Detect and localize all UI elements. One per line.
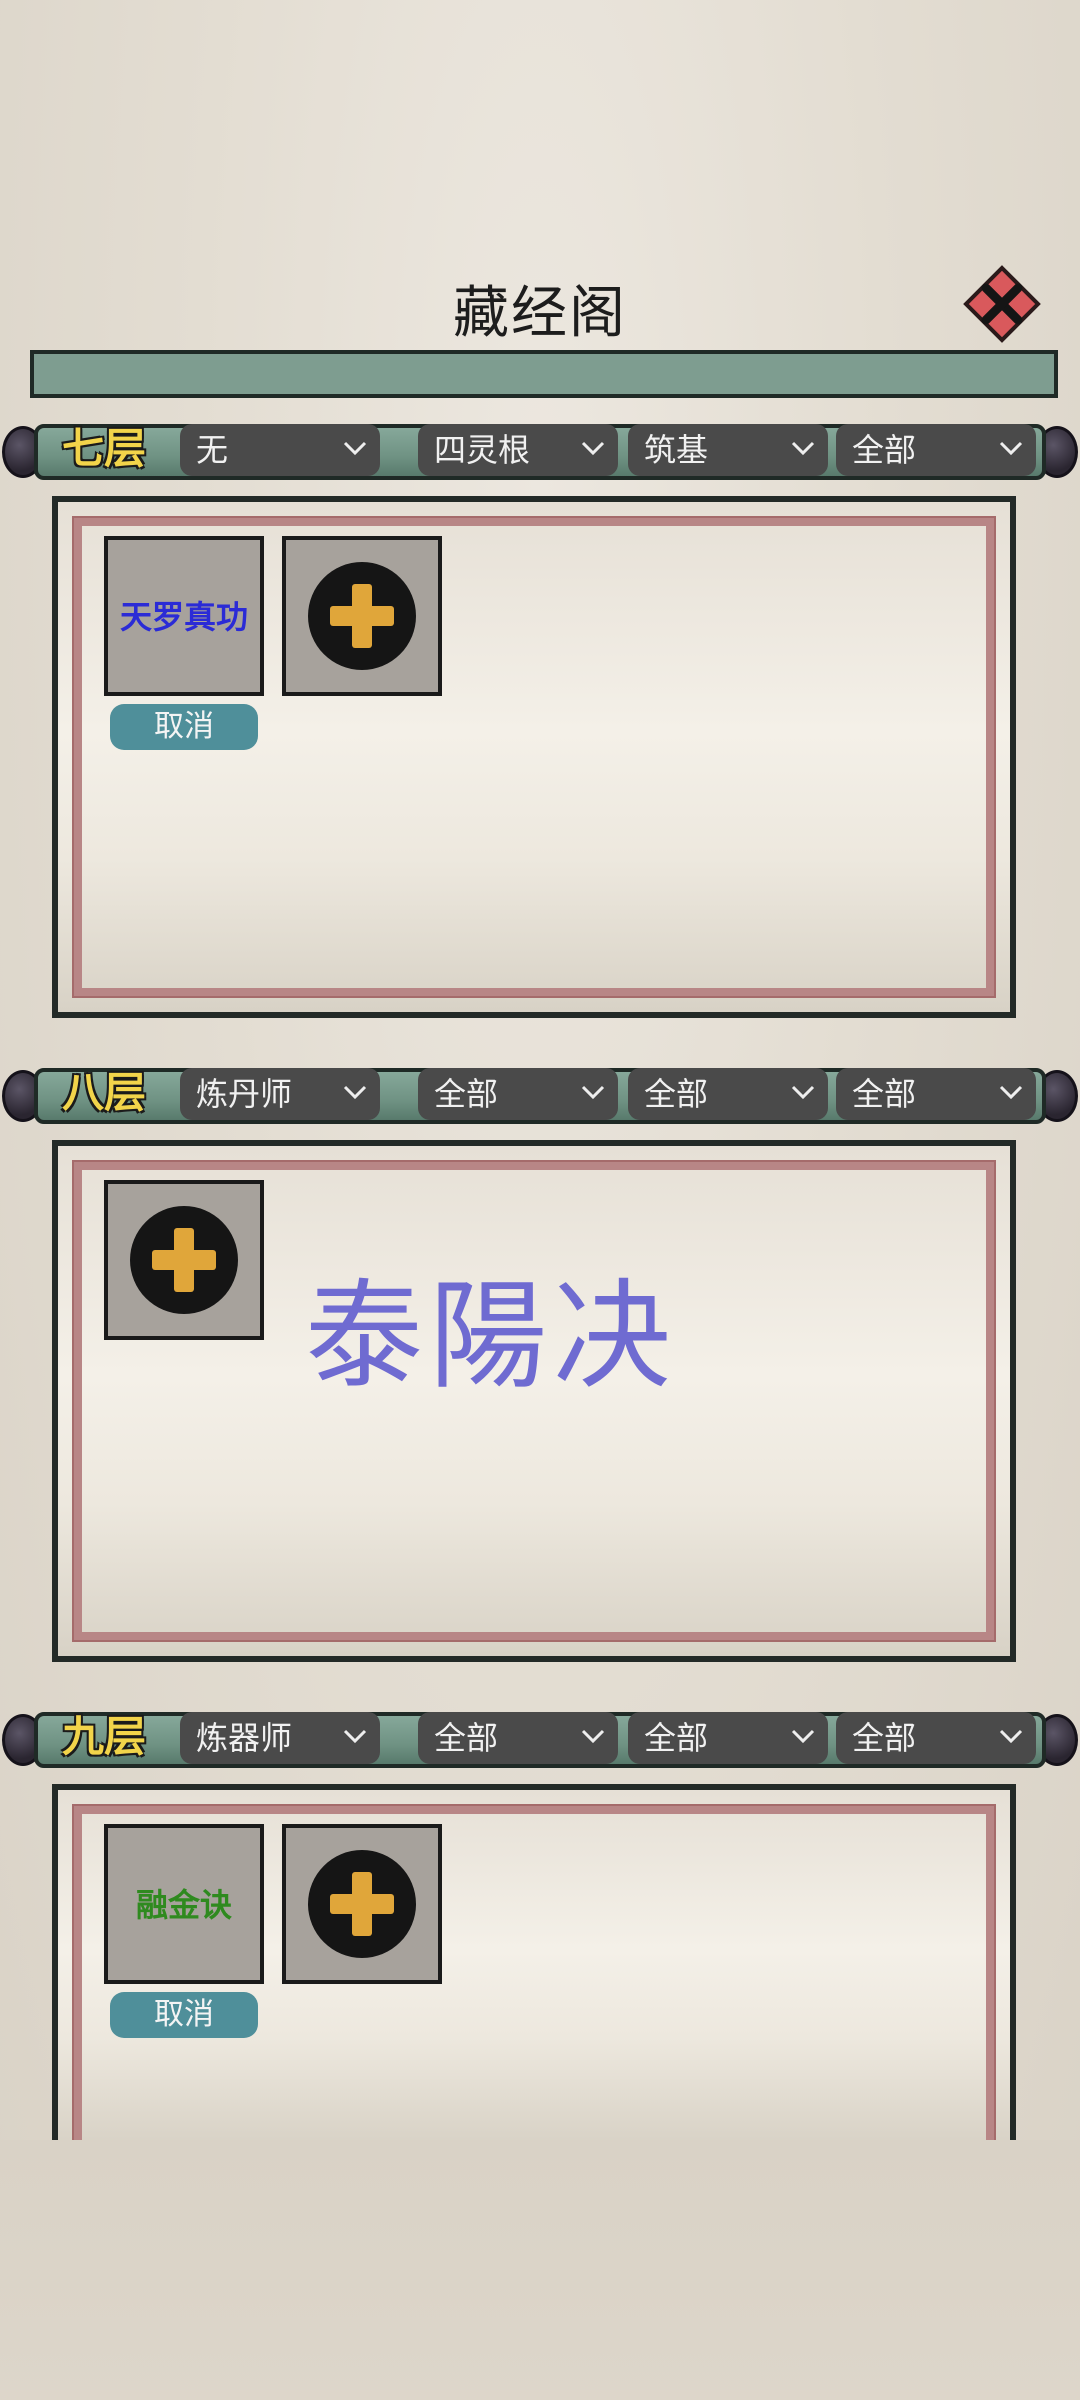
- dropdown-value: 全部: [644, 1719, 709, 1757]
- plus-icon: [308, 1850, 416, 1958]
- bottom-background: [0, 2140, 1080, 2400]
- chevron-down-icon: [999, 1085, 1023, 1100]
- page-title: 藏经阁: [453, 281, 627, 346]
- dropdown-value: 全部: [434, 1075, 499, 1113]
- chevron-down-icon: [791, 441, 815, 456]
- floor-8-overlay-text: 泰陽决: [305, 1267, 678, 1405]
- filter-dropdown-3[interactable]: 筑基: [628, 424, 828, 476]
- floor-7-header: 七层 无 四灵根 筑基 全部: [0, 414, 1080, 484]
- chevron-down-icon: [343, 1729, 367, 1744]
- dropdown-value: 全部: [852, 431, 917, 469]
- floor-label: 九层: [61, 1712, 146, 1761]
- floor-7-panel: 天罗真功 取消: [52, 496, 1016, 1018]
- chevron-down-icon: [999, 1729, 1023, 1744]
- filter-dropdown-1[interactable]: 炼器师: [180, 1712, 380, 1764]
- add-skill-slot[interactable]: [282, 1824, 442, 1984]
- chevron-down-icon: [581, 441, 605, 456]
- floor-label: 八层: [61, 1068, 146, 1117]
- filter-dropdown-4[interactable]: 全部: [836, 1712, 1036, 1764]
- dropdown-value: 四灵根: [434, 431, 531, 469]
- filter-dropdown-1[interactable]: 无: [180, 424, 380, 476]
- chevron-down-icon: [343, 1085, 367, 1100]
- chevron-down-icon: [581, 1729, 605, 1744]
- dropdown-value: 炼器师: [196, 1719, 293, 1757]
- add-skill-slot[interactable]: [104, 1180, 264, 1340]
- skill-name: 天罗真功: [119, 598, 248, 636]
- chevron-down-icon: [999, 441, 1023, 456]
- floor-label: 七层: [61, 424, 146, 473]
- skill-slot[interactable]: 融金诀: [104, 1824, 264, 1984]
- dropdown-value: 筑基: [644, 431, 709, 469]
- cancel-button[interactable]: 取消: [110, 704, 258, 750]
- skill-name: 融金诀: [135, 1886, 232, 1924]
- filter-dropdown-1[interactable]: 炼丹师: [180, 1068, 380, 1120]
- scroll-top-edge: [30, 350, 1058, 398]
- close-button[interactable]: [962, 264, 1042, 344]
- dropdown-value: 炼丹师: [196, 1075, 293, 1113]
- add-skill-slot[interactable]: [282, 536, 442, 696]
- filter-dropdown-4[interactable]: 全部: [836, 424, 1036, 476]
- dropdown-value: 全部: [434, 1719, 499, 1757]
- filter-dropdown-2[interactable]: 四灵根: [418, 424, 618, 476]
- chevron-down-icon: [581, 1085, 605, 1100]
- skill-slot[interactable]: 天罗真功: [104, 536, 264, 696]
- dropdown-value: 全部: [852, 1719, 917, 1757]
- filter-dropdown-3[interactable]: 全部: [628, 1068, 828, 1120]
- cancel-button[interactable]: 取消: [110, 1992, 258, 2038]
- dropdown-value: 全部: [852, 1075, 917, 1113]
- filter-dropdown-3[interactable]: 全部: [628, 1712, 828, 1764]
- plus-icon: [130, 1206, 238, 1314]
- close-icon: [963, 265, 1041, 343]
- floor-9-header: 九层 炼器师 全部 全部 全部: [0, 1702, 1080, 1772]
- chevron-down-icon: [791, 1729, 815, 1744]
- filter-dropdown-4[interactable]: 全部: [836, 1068, 1036, 1120]
- dropdown-value: 全部: [644, 1075, 709, 1113]
- floor-8-header: 八层 炼丹师 全部 全部 全部: [0, 1058, 1080, 1128]
- chevron-down-icon: [343, 441, 367, 456]
- filter-dropdown-2[interactable]: 全部: [418, 1712, 618, 1764]
- chevron-down-icon: [791, 1085, 815, 1100]
- filter-dropdown-2[interactable]: 全部: [418, 1068, 618, 1120]
- plus-icon: [308, 562, 416, 670]
- floor-9-panel: 融金诀 取消: [52, 1784, 1016, 2154]
- dropdown-value: 无: [196, 431, 229, 469]
